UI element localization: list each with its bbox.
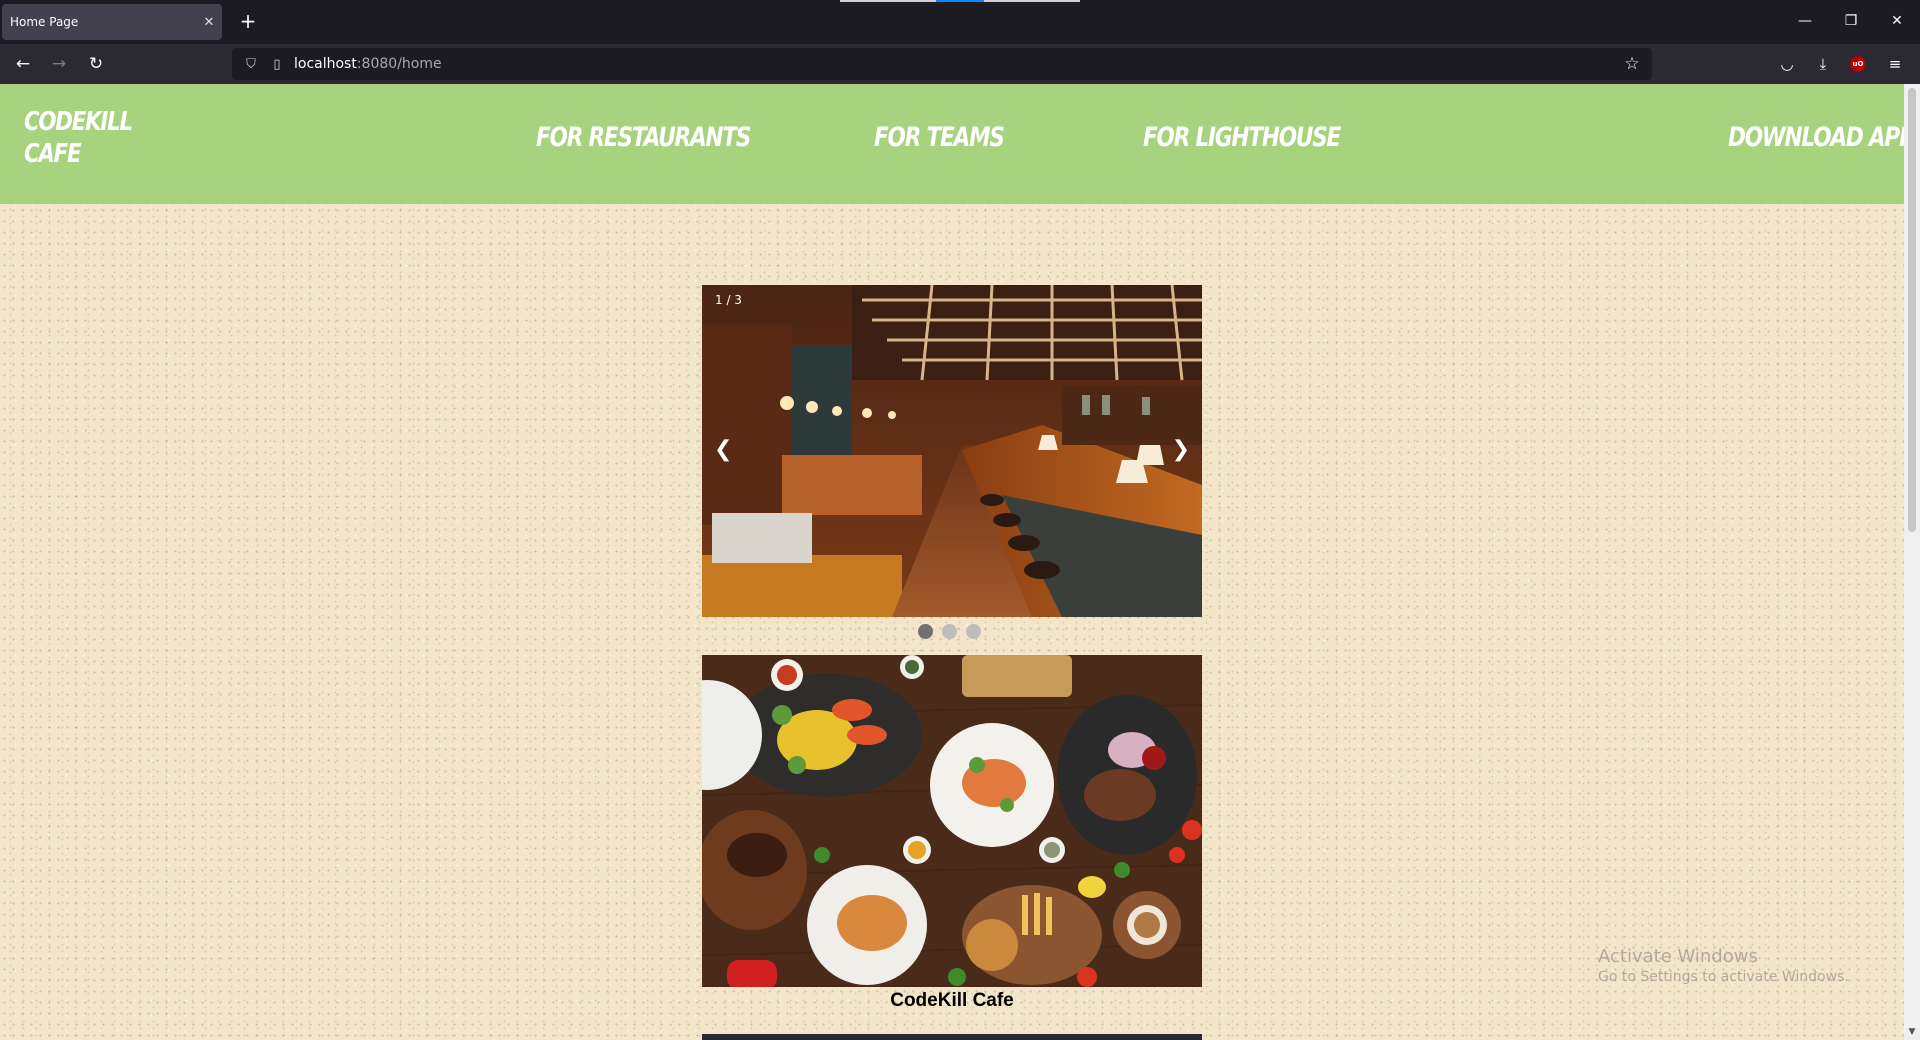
carousel-dot-1[interactable] bbox=[918, 624, 933, 639]
reload-icon[interactable]: ↻ bbox=[82, 50, 110, 78]
url-host: localhost bbox=[294, 56, 357, 72]
chevron-right-icon[interactable]: ❯ bbox=[1172, 437, 1190, 462]
url-path: :8080/home bbox=[356, 56, 442, 72]
watermark-title: Activate Windows bbox=[1598, 946, 1758, 967]
slide-counter: 1 / 3 bbox=[715, 293, 742, 307]
card-caption: CodeKill Cafe bbox=[890, 990, 1014, 1011]
forward-arrow-icon[interactable]: → bbox=[45, 50, 73, 78]
browser-nav-bar: ← → ↻ ⛉ ▯ localhost:8080/home ☆ bbox=[0, 44, 1920, 84]
next-image-card[interactable] bbox=[702, 1034, 1202, 1040]
scrollbar-thumb[interactable] bbox=[1908, 88, 1916, 532]
nav-download-app[interactable]: Download App bbox=[1728, 122, 1904, 153]
page-viewport: CodeKill Cafe For Restaurants For Teams … bbox=[0, 84, 1904, 1040]
minimize-button[interactable]: — bbox=[1782, 6, 1828, 36]
tab-title: Home Page bbox=[10, 15, 79, 29]
scroll-down-icon[interactable]: ▼ bbox=[1904, 1024, 1920, 1040]
image-carousel: 1 / 3 ❮ ❯ bbox=[702, 285, 1202, 617]
ublock-icon[interactable]: uO bbox=[1850, 56, 1866, 72]
carousel-dot-3[interactable] bbox=[966, 624, 981, 639]
page-scrollbar[interactable]: ▼ bbox=[1904, 84, 1920, 1040]
nav-for-restaurants[interactable]: For Restaurants bbox=[536, 122, 751, 153]
new-tab-button[interactable]: + bbox=[234, 8, 262, 36]
star-icon[interactable]: ☆ bbox=[1620, 52, 1644, 76]
tab-home-page[interactable]: Home Page ✕ bbox=[2, 4, 222, 40]
site-header: CodeKill Cafe For Restaurants For Teams … bbox=[0, 84, 1904, 204]
nav-for-lighthouse[interactable]: For Lighthouse bbox=[1143, 122, 1341, 153]
pocket-icon[interactable]: ◡ bbox=[1773, 50, 1801, 78]
carousel-dot-2[interactable] bbox=[942, 624, 957, 639]
close-icon[interactable]: ✕ bbox=[196, 15, 222, 30]
download-icon[interactable]: ⤓ bbox=[1809, 50, 1837, 78]
watermark-subtitle: Go to Settings to activate Windows. bbox=[1598, 969, 1849, 985]
food-image-card[interactable] bbox=[702, 655, 1202, 987]
menu-icon[interactable]: ≡ bbox=[1881, 50, 1909, 78]
brand-logo[interactable]: CodeKill Cafe bbox=[24, 106, 133, 170]
restaurant-interior-image bbox=[702, 285, 1202, 617]
chevron-left-icon[interactable]: ❮ bbox=[714, 437, 732, 462]
url-bar[interactable]: ⛉ ▯ localhost:8080/home ☆ bbox=[232, 48, 1652, 80]
window-close-button[interactable]: ✕ bbox=[1874, 6, 1920, 36]
carousel-dots bbox=[918, 624, 981, 639]
url-text[interactable]: localhost:8080/home bbox=[294, 56, 442, 72]
back-arrow-icon[interactable]: ← bbox=[9, 50, 37, 78]
browser-tab-bar: Home Page ✕ + — ❐ ✕ bbox=[0, 0, 1920, 44]
tab-strip-indicator bbox=[840, 0, 1080, 2]
restore-button[interactable]: ❐ bbox=[1828, 6, 1874, 36]
shield-icon[interactable]: ⛉ bbox=[236, 57, 266, 72]
windows-activation-watermark: Activate Windows Go to Settings to activ… bbox=[1598, 946, 1849, 985]
page-icon[interactable]: ▯ bbox=[266, 57, 288, 72]
nav-for-teams[interactable]: For Teams bbox=[874, 122, 1005, 153]
food-spread-image bbox=[702, 655, 1202, 987]
